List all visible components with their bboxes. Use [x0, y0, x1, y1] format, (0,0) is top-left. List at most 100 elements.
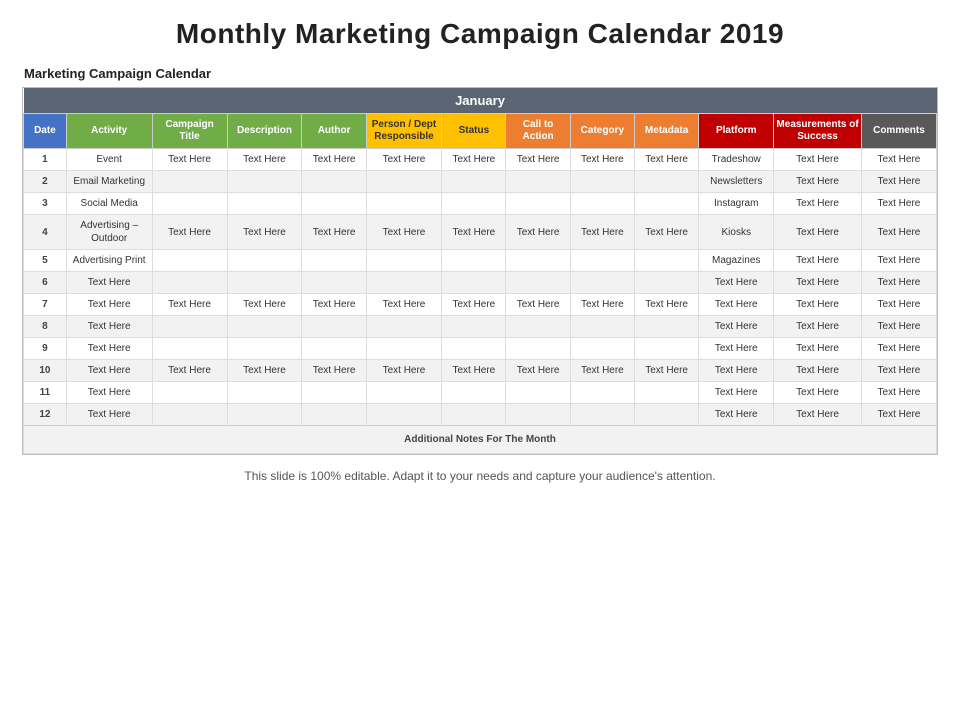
cell-measure: Text Here [774, 250, 862, 272]
cell-platform: Tradeshow [699, 149, 774, 171]
cell-date: 7 [24, 294, 67, 316]
cell-campaign [152, 404, 227, 426]
cell-author [302, 338, 366, 360]
cell-person: Text Here [366, 149, 442, 171]
cell-person: Text Here [366, 294, 442, 316]
cell-comments: Text Here [861, 272, 936, 294]
cell-date: 4 [24, 215, 67, 250]
cell-date: 11 [24, 382, 67, 404]
cell-measure: Text Here [774, 338, 862, 360]
cell-comments: Text Here [861, 404, 936, 426]
cell-status [442, 404, 506, 426]
table-row: 9Text HereText HereText HereText Here [24, 338, 937, 360]
cell-measure: Text Here [774, 215, 862, 250]
cell-cta [506, 338, 570, 360]
cell-description [227, 404, 302, 426]
cell-person [366, 382, 442, 404]
cell-description [227, 272, 302, 294]
cell-platform: Magazines [699, 250, 774, 272]
th-comments: Comments [861, 114, 936, 149]
cell-date: 3 [24, 193, 67, 215]
cell-cta [506, 382, 570, 404]
cell-cta: Text Here [506, 215, 570, 250]
cell-campaign [152, 338, 227, 360]
cell-comments: Text Here [861, 382, 936, 404]
column-headers-row: Date Activity Campaign Title Description… [24, 114, 937, 149]
month-header-row: January [24, 88, 937, 114]
cell-metadata: Text Here [634, 294, 698, 316]
cell-measure: Text Here [774, 149, 862, 171]
cell-cta: Text Here [506, 360, 570, 382]
cell-author [302, 316, 366, 338]
cell-comments: Text Here [861, 149, 936, 171]
cell-activity: Text Here [66, 316, 152, 338]
th-cta: Call to Action [506, 114, 570, 149]
cell-platform: Text Here [699, 404, 774, 426]
cell-description: Text Here [227, 360, 302, 382]
cell-date: 5 [24, 250, 67, 272]
table-row: 12Text HereText HereText HereText Here [24, 404, 937, 426]
cell-metadata [634, 316, 698, 338]
cell-status: Text Here [442, 215, 506, 250]
cell-category [570, 193, 634, 215]
cell-platform: Text Here [699, 294, 774, 316]
cell-platform: Text Here [699, 338, 774, 360]
cell-comments: Text Here [861, 316, 936, 338]
th-activity: Activity [66, 114, 152, 149]
cell-comments: Text Here [861, 250, 936, 272]
cell-status: Text Here [442, 149, 506, 171]
cell-platform: Newsletters [699, 171, 774, 193]
cell-author: Text Here [302, 149, 366, 171]
cell-category [570, 338, 634, 360]
cell-author: Text Here [302, 294, 366, 316]
calendar-table: January Date Activity Campaign Title Des… [23, 88, 937, 454]
th-person: Person / Dept Responsible [366, 114, 442, 149]
th-campaign: Campaign Title [152, 114, 227, 149]
th-measure: Measurements of Success [774, 114, 862, 149]
cell-platform: Text Here [699, 272, 774, 294]
cell-campaign [152, 382, 227, 404]
table-row: 2Email MarketingNewslettersText HereText… [24, 171, 937, 193]
cell-status [442, 338, 506, 360]
cell-activity: Social Media [66, 193, 152, 215]
cell-description [227, 338, 302, 360]
cell-comments: Text Here [861, 294, 936, 316]
cell-campaign [152, 272, 227, 294]
cell-campaign [152, 316, 227, 338]
cell-metadata [634, 404, 698, 426]
cell-activity: Text Here [66, 294, 152, 316]
cell-measure: Text Here [774, 404, 862, 426]
cell-cta: Text Here [506, 294, 570, 316]
footer-text: This slide is 100% editable. Adapt it to… [244, 469, 715, 483]
cell-platform: Text Here [699, 316, 774, 338]
cell-category: Text Here [570, 294, 634, 316]
cell-person: Text Here [366, 360, 442, 382]
cell-description: Text Here [227, 149, 302, 171]
cell-person [366, 316, 442, 338]
cell-status [442, 250, 506, 272]
cell-comments: Text Here [861, 360, 936, 382]
cell-person [366, 193, 442, 215]
cell-activity: Advertising – Outdoor [66, 215, 152, 250]
th-date: Date [24, 114, 67, 149]
cell-date: 1 [24, 149, 67, 171]
table-wrap: January Date Activity Campaign Title Des… [22, 87, 938, 455]
th-metadata: Metadata [634, 114, 698, 149]
cell-metadata: Text Here [634, 215, 698, 250]
cell-category [570, 171, 634, 193]
subtitle: Marketing Campaign Calendar [24, 66, 211, 81]
cell-author: Text Here [302, 215, 366, 250]
cell-category [570, 404, 634, 426]
th-status: Status [442, 114, 506, 149]
cell-date: 9 [24, 338, 67, 360]
cell-status [442, 382, 506, 404]
table-body: 1EventText HereText HereText HereText He… [24, 149, 937, 454]
cell-activity: Email Marketing [66, 171, 152, 193]
cell-person [366, 338, 442, 360]
table-row: 3Social MediaInstagramText HereText Here [24, 193, 937, 215]
th-description: Description [227, 114, 302, 149]
cell-person [366, 250, 442, 272]
cell-cta [506, 316, 570, 338]
cell-metadata [634, 193, 698, 215]
cell-activity: Text Here [66, 404, 152, 426]
